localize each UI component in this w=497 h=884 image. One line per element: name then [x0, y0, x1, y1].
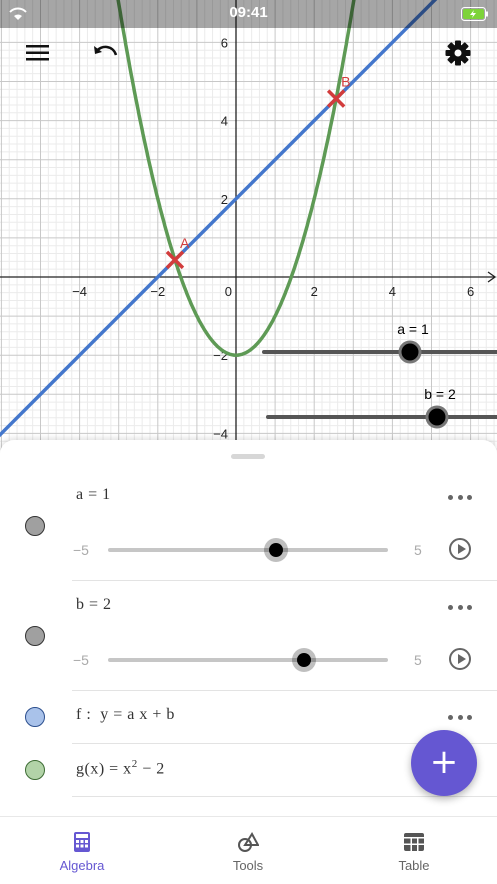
- expression-f[interactable]: f : y = a x + b: [76, 706, 175, 724]
- drag-handle[interactable]: [231, 454, 265, 459]
- tab-algebra[interactable]: Algebra: [22, 817, 142, 884]
- tab-table[interactable]: Table: [354, 817, 474, 884]
- bottom-tab-bar: Algebra Tools Table: [0, 816, 497, 884]
- undo-icon: [94, 45, 118, 56]
- slider-b-track[interactable]: [108, 658, 388, 662]
- point-label-b: B: [341, 74, 350, 90]
- algebra-row-a[interactable]: a = 1 −5 5: [0, 470, 497, 580]
- table-icon: [404, 833, 424, 851]
- y-tick-label: 2: [221, 192, 228, 207]
- battery-icon: [461, 7, 488, 21]
- add-input-button[interactable]: +: [411, 730, 477, 796]
- slider-b-thumb[interactable]: [297, 653, 311, 667]
- visibility-toggle-a[interactable]: [25, 516, 45, 536]
- expression-g-prefix: g(x) = x: [76, 760, 132, 778]
- x-tick-label: 6: [467, 284, 474, 299]
- slider-a-min: −5: [73, 542, 89, 558]
- tab-tools-label: Tools: [232, 858, 264, 873]
- menu-button[interactable]: [16, 31, 60, 75]
- calculator-icon: [74, 832, 90, 852]
- tools-icon: [238, 832, 259, 852]
- settings-button[interactable]: [436, 31, 480, 75]
- status-bar: 09:41: [0, 0, 497, 28]
- line-f[interactable]: [0, 0, 497, 470]
- more-options-b-icon[interactable]: [448, 602, 472, 612]
- grid-major: [0, 0, 497, 470]
- play-a-icon[interactable]: [449, 538, 471, 560]
- tab-tools[interactable]: Tools: [188, 817, 308, 884]
- slider-a-track[interactable]: [108, 548, 388, 552]
- graph-slider-b-caption: b = 2: [424, 386, 456, 402]
- tab-table-label: Table: [398, 858, 430, 873]
- divider: [72, 796, 497, 797]
- expression-g[interactable]: g(x) = x2 − 2: [76, 758, 165, 778]
- slider-a-max: 5: [414, 542, 422, 558]
- y-tick-label: 6: [221, 35, 228, 50]
- menu-icon: [26, 45, 49, 61]
- more-options-a-icon[interactable]: [448, 492, 472, 502]
- algebra-row-b[interactable]: b = 2 −5 5: [0, 581, 497, 691]
- undo-button[interactable]: [84, 31, 128, 75]
- grid-minor: [0, 0, 497, 470]
- expression-a[interactable]: a = 1: [76, 486, 111, 504]
- visibility-toggle-b[interactable]: [25, 626, 45, 646]
- x-tick-label: −2: [150, 284, 165, 299]
- algebra-row-f[interactable]: f : y = a x + b: [0, 691, 497, 743]
- slider-a-thumb[interactable]: [269, 543, 283, 557]
- axes: [0, 0, 497, 470]
- graph-slider-a-caption: a = 1: [397, 321, 429, 337]
- y-tick-label: 4: [221, 114, 228, 129]
- slider-b-min: −5: [73, 652, 89, 668]
- origin-label: 0: [225, 284, 232, 299]
- visibility-toggle-f[interactable]: [25, 707, 45, 727]
- point-label-a: A: [180, 235, 190, 251]
- play-b-icon[interactable]: [449, 648, 471, 670]
- expression-g-suffix: − 2: [137, 760, 165, 778]
- expression-b[interactable]: b = 2: [76, 596, 112, 614]
- x-tick-label: −4: [72, 284, 87, 299]
- more-options-f-icon[interactable]: [448, 712, 472, 722]
- slider-b-max: 5: [414, 652, 422, 668]
- tab-algebra-label: Algebra: [59, 858, 105, 873]
- graphics-view[interactable]: −4 −2 2 4 6642−2−40 AB a = 1 b = 2: [0, 0, 497, 470]
- visibility-toggle-g[interactable]: [25, 760, 45, 780]
- x-tick-label: 4: [389, 284, 396, 299]
- gear-icon: [445, 40, 471, 66]
- x-tick-label: 2: [311, 284, 318, 299]
- status-time: 09:41: [229, 4, 268, 21]
